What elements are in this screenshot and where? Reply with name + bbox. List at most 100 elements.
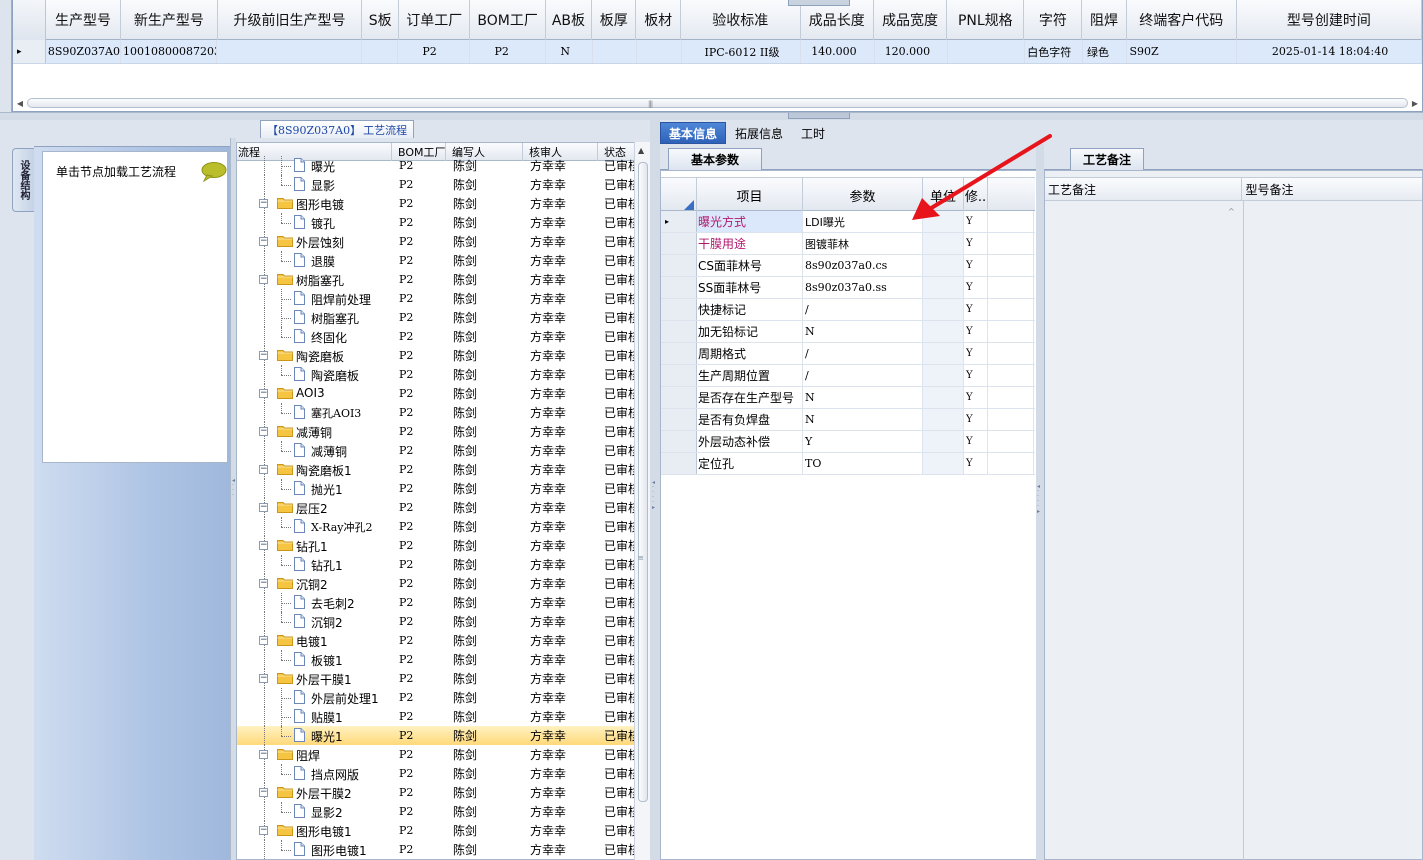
row-selector[interactable] bbox=[661, 299, 697, 320]
param-unit-cell[interactable] bbox=[923, 409, 964, 430]
tree-bom-cell[interactable]: P2 bbox=[392, 308, 446, 327]
param-value-cell[interactable]: N bbox=[803, 409, 923, 430]
tree-node-row[interactable]: 挡点网版 P2 陈剑 方幸幸 已审核 bbox=[237, 764, 640, 783]
tree-writer-cell[interactable]: 陈剑 bbox=[446, 403, 523, 422]
param-item-cell[interactable]: 快捷标记 bbox=[697, 299, 803, 320]
grid-cell[interactable]: S90Z bbox=[1127, 40, 1238, 63]
column-header[interactable]: 升级前旧生产型号 bbox=[218, 0, 363, 40]
tree-reviewer-cell[interactable]: 方幸幸 bbox=[523, 441, 598, 460]
tree-reviewer-cell[interactable]: 方幸幸 bbox=[523, 460, 598, 479]
tree-node-row[interactable]: − 钻孔1 P2 陈剑 方幸幸 已审核 bbox=[237, 536, 640, 555]
tree-reviewer-cell[interactable]: 方幸幸 bbox=[523, 821, 598, 840]
param-item-cell[interactable]: 加无铅标记 bbox=[697, 321, 803, 342]
tree-node-cell[interactable]: − 层压2 bbox=[237, 498, 392, 517]
row-selector[interactable] bbox=[661, 453, 697, 474]
tree-bom-cell[interactable]: P2 bbox=[392, 650, 446, 669]
tree-writer-cell[interactable]: 陈剑 bbox=[446, 726, 523, 745]
grid-corner-cell[interactable] bbox=[13, 0, 46, 40]
tree-node-row[interactable]: 曝光1 P2 陈剑 方幸幸 已审核 bbox=[237, 726, 640, 745]
tree-node-row[interactable]: 抛光1 P2 陈剑 方幸幸 已审核 bbox=[237, 479, 640, 498]
tree-node-row[interactable]: − 外层干膜1 P2 陈剑 方幸幸 已审核 bbox=[237, 669, 640, 688]
grid-cell[interactable] bbox=[593, 40, 638, 63]
collapse-icon[interactable]: − bbox=[259, 788, 268, 797]
tree-reviewer-cell[interactable]: 方幸幸 bbox=[523, 422, 598, 441]
model-grid-row[interactable]: ▸ 8S90Z037A0 10010800087203 P2 P2 N IPC-6012 … bbox=[13, 40, 1422, 64]
tree-node-cell[interactable]: − 减薄铜 bbox=[237, 422, 392, 441]
tree-node-row[interactable]: 退膜 P2 陈剑 方幸幸 已审核 bbox=[237, 251, 640, 270]
tree-node-row[interactable]: − 外层蚀刻 P2 陈剑 方幸幸 已审核 bbox=[237, 232, 640, 251]
tree-bom-cell[interactable]: P2 bbox=[392, 251, 446, 270]
param-modifiable-cell[interactable]: Y bbox=[964, 431, 988, 452]
tree-node-cell[interactable]: − 钻孔1 bbox=[237, 536, 392, 555]
tree-node-row[interactable]: 图形电镀1 P2 陈剑 方幸幸 已审核 bbox=[237, 840, 640, 859]
tree-node-cell[interactable]: − AOI3 bbox=[237, 384, 392, 403]
tree-node-cell[interactable]: − 外层干膜2 bbox=[237, 783, 392, 802]
collapse-icon[interactable]: − bbox=[259, 541, 268, 550]
grid-cell[interactable]: 白色字符 bbox=[1025, 40, 1084, 63]
process-tree-vscrollbar[interactable]: ▲ ≡ bbox=[634, 142, 650, 860]
tree-node-row[interactable]: − 减薄铜 P2 陈剑 方幸幸 已审核 bbox=[237, 422, 640, 441]
param-row[interactable]: 干膜用途 图镀菲林 Y bbox=[661, 233, 1035, 255]
param-grid-corner[interactable] bbox=[661, 178, 697, 212]
tree-reviewer-cell[interactable]: 方幸幸 bbox=[523, 232, 598, 251]
tree-node-cell[interactable]: 抛光1 bbox=[237, 479, 392, 498]
tree-bom-cell[interactable]: P2 bbox=[392, 175, 446, 194]
tree-writer-cell[interactable]: 陈剑 bbox=[446, 251, 523, 270]
grid-cell[interactable] bbox=[948, 40, 1026, 63]
scroll-up-icon[interactable]: ▲ bbox=[638, 146, 644, 155]
scroll-left-icon[interactable]: ◀ bbox=[13, 97, 27, 109]
tree-node-row[interactable]: 阻焊前处理 P2 陈剑 方幸幸 已审核 bbox=[237, 289, 640, 308]
tree-bom-cell[interactable]: P2 bbox=[392, 498, 446, 517]
tab-equipment-structure[interactable]: 设备结构 bbox=[12, 148, 34, 212]
tree-node-cell[interactable]: 显影2 bbox=[237, 802, 392, 821]
param-item-cell[interactable]: 是否有负焊盘 bbox=[697, 409, 803, 430]
tree-node-row[interactable]: − 沉铜2 P2 陈剑 方幸幸 已审核 bbox=[237, 574, 640, 593]
param-value-cell[interactable]: TO bbox=[803, 453, 923, 474]
param-modifiable-cell[interactable]: Y bbox=[964, 299, 988, 320]
tree-writer-cell[interactable]: 陈剑 bbox=[446, 802, 523, 821]
row-selector[interactable] bbox=[661, 255, 697, 276]
tree-node-cell[interactable]: 去毛刺2 bbox=[237, 593, 392, 612]
tree-writer-cell[interactable]: 陈剑 bbox=[446, 688, 523, 707]
tab-detail-2[interactable]: 工时 bbox=[792, 122, 834, 144]
param-row[interactable]: 是否有负焊盘 N Y bbox=[661, 409, 1035, 431]
tree-reviewer-cell[interactable]: 方幸幸 bbox=[523, 593, 598, 612]
tree-node-row[interactable]: 显影2 P2 陈剑 方幸幸 已审核 bbox=[237, 802, 640, 821]
param-column-header[interactable]: 项目 bbox=[697, 178, 803, 212]
row-selector[interactable]: ▸ bbox=[661, 211, 697, 232]
grid-cell[interactable]: 140.000 bbox=[801, 40, 875, 63]
tree-reviewer-cell[interactable]: 方幸幸 bbox=[523, 669, 598, 688]
column-header[interactable]: PNL规格 bbox=[947, 0, 1025, 40]
tree-node-row[interactable]: 树脂塞孔 P2 陈剑 方幸幸 已审核 bbox=[237, 308, 640, 327]
tree-node-cell[interactable]: X-Ray冲孔2 bbox=[237, 517, 392, 536]
tree-node-row[interactable]: 塞孔AOI3 P2 陈剑 方幸幸 已审核 bbox=[237, 403, 640, 422]
tree-writer-cell[interactable]: 陈剑 bbox=[446, 555, 523, 574]
param-item-cell[interactable]: 定位孔 bbox=[697, 453, 803, 474]
tree-bom-cell[interactable]: P2 bbox=[392, 156, 446, 175]
param-value-cell[interactable]: / bbox=[803, 365, 923, 386]
tree-bom-cell[interactable]: P2 bbox=[392, 460, 446, 479]
tree-bom-cell[interactable]: P2 bbox=[392, 194, 446, 213]
grid-cell[interactable]: 绿色 bbox=[1083, 40, 1128, 63]
tree-bom-cell[interactable]: P2 bbox=[392, 764, 446, 783]
tree-node-row[interactable]: 减薄铜 P2 陈剑 方幸幸 已审核 bbox=[237, 441, 640, 460]
column-header[interactable]: 阻焊 bbox=[1082, 0, 1127, 40]
tree-reviewer-cell[interactable]: 方幸幸 bbox=[523, 574, 598, 593]
tree-node-cell[interactable]: − 陶瓷磨板1 bbox=[237, 460, 392, 479]
scroll-right-icon[interactable]: ▶ bbox=[1408, 97, 1422, 109]
tree-node-cell[interactable]: 外层前处理1 bbox=[237, 688, 392, 707]
tree-writer-cell[interactable]: 陈剑 bbox=[446, 650, 523, 669]
tree-writer-cell[interactable]: 陈剑 bbox=[446, 764, 523, 783]
tree-bom-cell[interactable]: P2 bbox=[392, 821, 446, 840]
tree-node-cell[interactable]: − 树脂塞孔 bbox=[237, 270, 392, 289]
param-unit-cell[interactable] bbox=[923, 255, 964, 276]
column-header[interactable]: 板材 bbox=[636, 0, 681, 40]
tree-reviewer-cell[interactable]: 方幸幸 bbox=[523, 365, 598, 384]
tree-writer-cell[interactable]: 陈剑 bbox=[446, 460, 523, 479]
grid-cell[interactable]: P2 bbox=[470, 40, 547, 63]
param-modifiable-cell[interactable]: Y bbox=[964, 409, 988, 430]
param-value-cell[interactable]: 8s90z037a0.cs bbox=[803, 255, 923, 276]
collapse-icon[interactable]: − bbox=[259, 427, 268, 436]
tab-process-flow[interactable]: 【8S90Z037A0】 工艺流程 bbox=[260, 120, 415, 138]
tree-bom-cell[interactable]: P2 bbox=[392, 612, 446, 631]
